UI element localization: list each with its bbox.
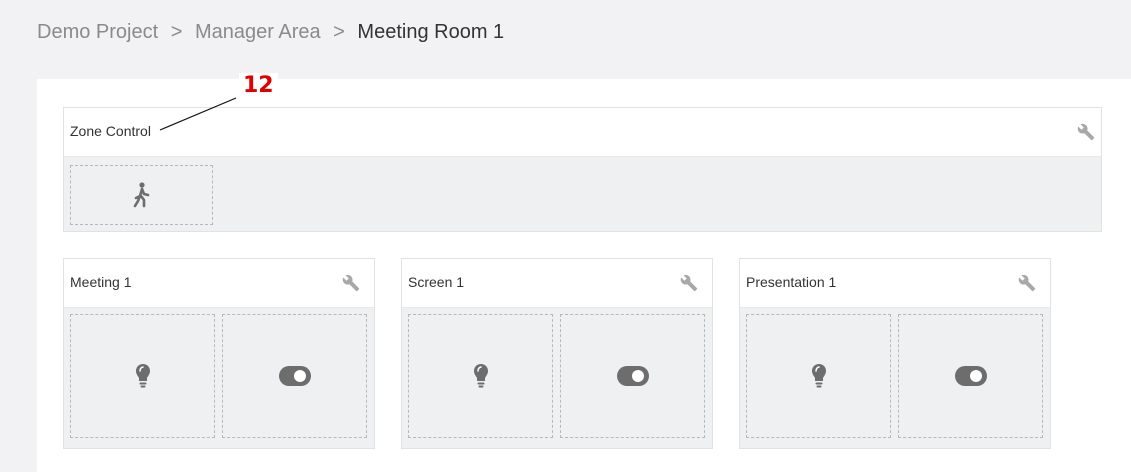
breadcrumb-separator: > [333, 21, 345, 43]
zone-control-card: Zone Control [63, 107, 1102, 232]
breadcrumb-separator: > [170, 21, 183, 43]
switch-tile[interactable] [898, 314, 1043, 438]
lightbulb-icon [811, 364, 826, 388]
light-tile[interactable] [70, 314, 215, 438]
wrench-icon[interactable] [1077, 123, 1095, 141]
presentation-1-header: Presentation 1 [740, 259, 1050, 308]
screen-1-card: Screen 1 [401, 258, 713, 449]
callout-number: 12 [239, 73, 278, 98]
lightbulb-icon [473, 364, 488, 388]
wrench-icon[interactable] [1018, 274, 1036, 292]
switch-tile[interactable] [222, 314, 367, 438]
light-tile[interactable] [746, 314, 891, 438]
zone-control-header: Zone Control [64, 108, 1101, 157]
presentation-1-card: Presentation 1 [739, 258, 1051, 449]
meeting-1-title: Meeting 1 [70, 274, 132, 290]
wrench-icon[interactable] [342, 274, 360, 292]
toggle-icon [278, 366, 311, 386]
meeting-1-header: Meeting 1 [64, 259, 374, 308]
walking-person-icon [133, 182, 149, 208]
motion-sensor-tile[interactable] [70, 165, 213, 225]
lightbulb-icon [135, 364, 150, 388]
toggle-icon [616, 366, 649, 386]
zone-control-title: Zone Control [70, 123, 151, 139]
breadcrumb-item-project[interactable]: Demo Project [37, 21, 158, 43]
wrench-icon[interactable] [680, 274, 698, 292]
breadcrumb: Demo Project > Manager Area > Meeting Ro… [37, 21, 504, 44]
breadcrumb-item-area[interactable]: Manager Area [195, 21, 321, 43]
meeting-1-card: Meeting 1 [63, 258, 375, 449]
switch-tile[interactable] [560, 314, 705, 438]
screen-1-title: Screen 1 [408, 274, 465, 290]
breadcrumb-current: Meeting Room 1 [357, 21, 505, 43]
light-tile[interactable] [408, 314, 553, 438]
toggle-icon [954, 366, 987, 386]
room-panel: Zone Control Meeting 1 Screen 1 Presenta… [37, 79, 1131, 472]
presentation-1-title: Presentation 1 [746, 274, 837, 290]
screen-1-header: Screen 1 [402, 259, 712, 308]
